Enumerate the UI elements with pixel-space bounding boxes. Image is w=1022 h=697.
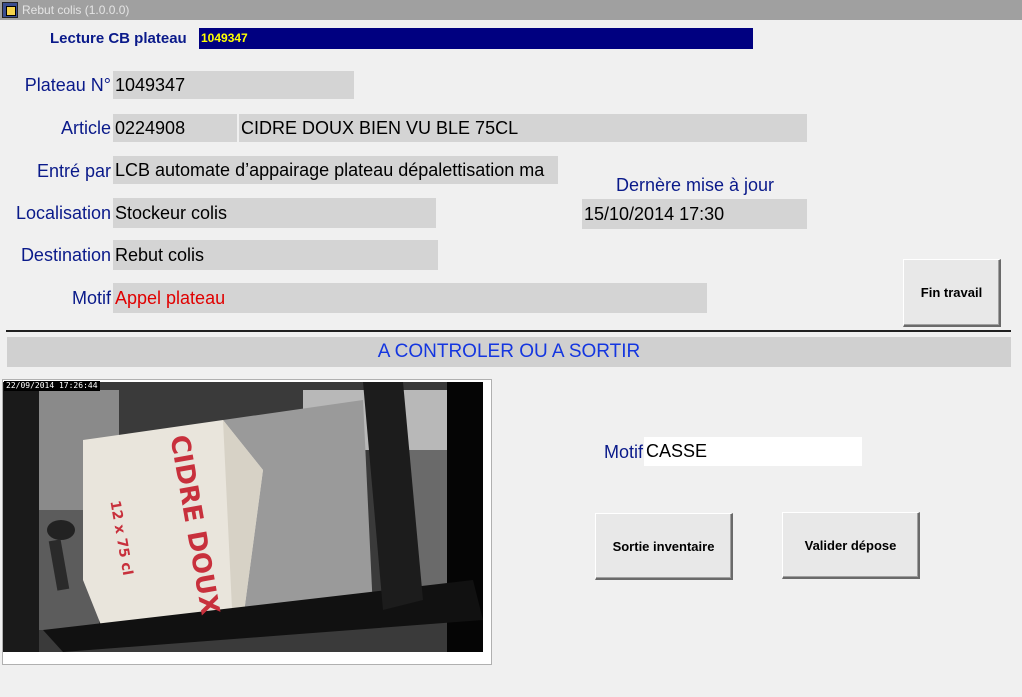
- plateau-label: Plateau N°: [24, 75, 111, 95]
- app-icon: [2, 2, 18, 18]
- fin-travail-button[interactable]: Fin travail: [903, 259, 1001, 327]
- valider-depose-button[interactable]: Valider dépose: [782, 512, 920, 579]
- motif-label: Motif: [71, 288, 111, 308]
- sortie-inventaire-button[interactable]: Sortie inventaire: [595, 513, 733, 580]
- camera-view: 22/09/2014 17:26:44 CIDRE DOUX 12 x 75 c…: [2, 379, 492, 665]
- article-description-field: CIDRE DOUX BIEN VU BLE 75CL: [239, 114, 807, 142]
- plateau-field: 1049347: [113, 71, 354, 99]
- article-label: Article: [60, 118, 111, 138]
- last-update-field: 15/10/2014 17:30: [582, 199, 807, 229]
- localisation-label: Localisation: [15, 203, 111, 223]
- entre-par-label: Entré par: [36, 161, 111, 181]
- title-bar: Rebut colis (1.0.0.0): [0, 0, 1022, 20]
- destination-label: Destination: [20, 245, 111, 265]
- motif-field: Appel plateau: [113, 283, 707, 313]
- destination-field: Rebut colis: [113, 240, 438, 270]
- localisation-field: Stockeur colis: [113, 198, 436, 228]
- camera-timestamp: 22/09/2014 17:26:44: [4, 381, 100, 391]
- last-update-label: Dernère mise à jour: [615, 175, 775, 195]
- article-code-field: 0224908: [113, 114, 237, 142]
- barcode-label: Lecture CB plateau: [50, 30, 187, 47]
- entre-par-field: LCB automate d’appairage plateau dépalet…: [113, 156, 558, 184]
- barcode-input[interactable]: 1049347: [199, 28, 753, 49]
- separator: [6, 330, 1011, 332]
- motif-check-field[interactable]: CASSE: [644, 437, 862, 466]
- status-banner: A CONTROLER OU A SORTIR: [7, 337, 1011, 367]
- motif-check-label: Motif: [603, 442, 643, 462]
- window-title: Rebut colis (1.0.0.0): [22, 3, 130, 17]
